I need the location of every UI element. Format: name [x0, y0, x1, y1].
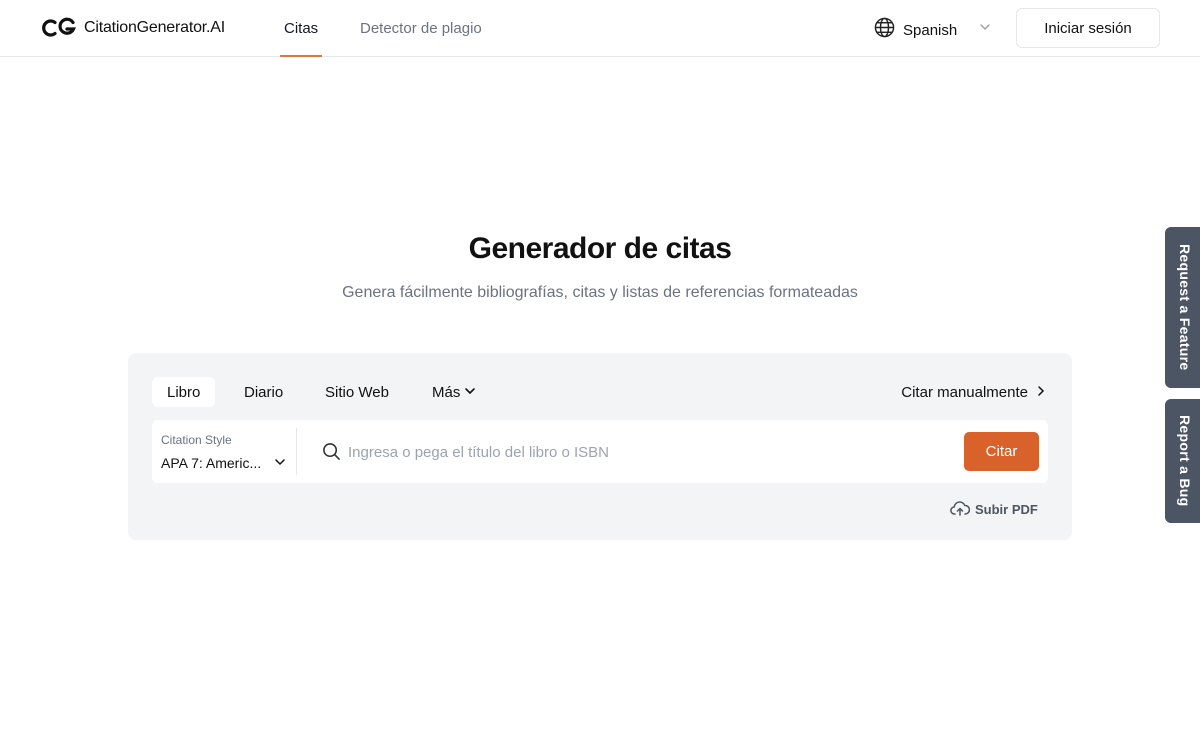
more-label: Más: [432, 383, 461, 401]
upload-pdf-label: Subir PDF: [975, 502, 1038, 517]
chevron-down-icon: [273, 455, 287, 474]
request-feature-tab[interactable]: Request a Feature: [1165, 227, 1200, 388]
search-bar: Citation Style APA 7: Americ... Citar: [152, 420, 1048, 483]
report-bug-label: Report a Bug: [1177, 415, 1193, 507]
citation-card: Libro Diario Sitio Web Más Citar manualm…: [128, 353, 1072, 540]
citation-style-select[interactable]: Citation Style APA 7: Americ...: [152, 420, 297, 483]
search-input[interactable]: [348, 436, 948, 468]
search-icon: [322, 442, 341, 466]
nav-tab-citas[interactable]: Citas: [280, 0, 323, 57]
cite-manually-link[interactable]: Citar manualmente: [901, 377, 1046, 407]
source-tab-book[interactable]: Libro: [152, 377, 216, 407]
report-bug-tab[interactable]: Report a Bug: [1165, 399, 1200, 523]
page-title: Generador de citas: [468, 232, 732, 265]
cite-button[interactable]: Citar: [964, 432, 1039, 471]
cg-logo-icon: [40, 17, 76, 39]
source-tab-more[interactable]: Más: [417, 377, 491, 407]
upload-pdf-button[interactable]: Subir PDF: [950, 500, 1038, 519]
page-subtitle: Genera fácilmente bibliografías, citas y…: [342, 284, 858, 301]
chevron-right-icon: [1036, 384, 1046, 401]
nav-tab-plagiarism-detector[interactable]: Detector de plagio: [360, 0, 482, 57]
request-feature-label: Request a Feature: [1177, 244, 1193, 371]
top-navbar: CitationGenerator.AI Citas Detector de p…: [0, 0, 1200, 57]
chevron-down-icon: [978, 20, 992, 39]
logo[interactable]: CitationGenerator.AI: [40, 17, 225, 39]
login-button[interactable]: Iniciar sesión: [1016, 8, 1160, 48]
chevron-down-icon: [464, 384, 476, 401]
language-value: Spanish: [903, 21, 958, 39]
source-tab-journal[interactable]: Diario: [229, 377, 298, 407]
divider: [296, 428, 297, 475]
globe-icon: [874, 17, 895, 43]
citation-style-label: Citation Style: [161, 433, 232, 447]
cloud-upload-icon: [950, 500, 971, 519]
citation-style-value: APA 7: Americ...: [161, 455, 262, 471]
source-tab-website[interactable]: Sitio Web: [310, 377, 404, 407]
cite-manually-label: Citar manualmente: [901, 383, 1028, 401]
language-selector[interactable]: Spanish: [874, 17, 990, 43]
logo-text: CitationGenerator.AI: [84, 19, 225, 36]
